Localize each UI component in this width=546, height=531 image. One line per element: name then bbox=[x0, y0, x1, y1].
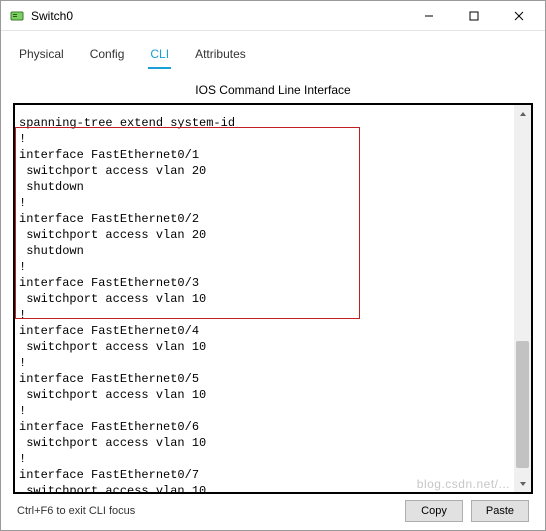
scroll-track[interactable] bbox=[514, 122, 531, 475]
terminal-line: interface FastEthernet0/5 bbox=[19, 371, 510, 387]
window-title: Switch0 bbox=[31, 9, 406, 23]
status-bar: Ctrl+F6 to exit CLI focus Copy Paste bbox=[13, 494, 533, 524]
terminal-line: switchport access vlan 20 bbox=[19, 227, 510, 243]
tab-attributes[interactable]: Attributes bbox=[193, 43, 248, 69]
content-area: Physical Config CLI Attributes IOS Comma… bbox=[1, 31, 545, 530]
terminal-line: switchport access vlan 10 bbox=[19, 339, 510, 355]
titlebar: Switch0 bbox=[1, 1, 545, 31]
cli-heading: IOS Command Line Interface bbox=[13, 83, 533, 97]
vertical-scrollbar[interactable] bbox=[514, 105, 531, 492]
terminal-line: ! bbox=[19, 195, 510, 211]
copy-button[interactable]: Copy bbox=[405, 500, 463, 522]
terminal-line: ! bbox=[19, 355, 510, 371]
scroll-down-button[interactable] bbox=[514, 475, 531, 492]
terminal-line: switchport access vlan 10 bbox=[19, 483, 510, 492]
app-window: Switch0 Physical Config CLI Attributes I… bbox=[0, 0, 546, 531]
terminal-output[interactable]: spanning-tree extend system-id!interface… bbox=[15, 105, 514, 492]
terminal-line: ! bbox=[19, 307, 510, 323]
window-controls bbox=[406, 1, 541, 30]
terminal-line: interface FastEthernet0/1 bbox=[19, 147, 510, 163]
terminal-line: switchport access vlan 10 bbox=[19, 291, 510, 307]
terminal-line: switchport access vlan 10 bbox=[19, 387, 510, 403]
terminal-line: shutdown bbox=[19, 179, 510, 195]
paste-button[interactable]: Paste bbox=[471, 500, 529, 522]
terminal-line: interface FastEthernet0/2 bbox=[19, 211, 510, 227]
status-text: Ctrl+F6 to exit CLI focus bbox=[17, 505, 397, 517]
scroll-thumb[interactable] bbox=[516, 341, 529, 468]
terminal-line: ! bbox=[19, 131, 510, 147]
terminal-line: spanning-tree extend system-id bbox=[19, 115, 510, 131]
terminal-line: ! bbox=[19, 259, 510, 275]
terminal-line: ! bbox=[19, 403, 510, 419]
terminal-line: switchport access vlan 10 bbox=[19, 435, 510, 451]
terminal-line: interface FastEthernet0/3 bbox=[19, 275, 510, 291]
tab-config[interactable]: Config bbox=[88, 43, 127, 69]
tab-bar: Physical Config CLI Attributes bbox=[13, 41, 533, 69]
terminal-line: shutdown bbox=[19, 243, 510, 259]
terminal-line: ! bbox=[19, 451, 510, 467]
scroll-up-button[interactable] bbox=[514, 105, 531, 122]
terminal-line: interface FastEthernet0/4 bbox=[19, 323, 510, 339]
app-icon bbox=[9, 8, 25, 24]
maximize-button[interactable] bbox=[451, 1, 496, 30]
terminal-container: spanning-tree extend system-id!interface… bbox=[13, 103, 533, 494]
close-button[interactable] bbox=[496, 1, 541, 30]
terminal-line: switchport access vlan 20 bbox=[19, 163, 510, 179]
tab-physical[interactable]: Physical bbox=[17, 43, 66, 69]
terminal-line: interface FastEthernet0/6 bbox=[19, 419, 510, 435]
terminal-line: interface FastEthernet0/7 bbox=[19, 467, 510, 483]
minimize-button[interactable] bbox=[406, 1, 451, 30]
tab-cli[interactable]: CLI bbox=[148, 43, 171, 69]
